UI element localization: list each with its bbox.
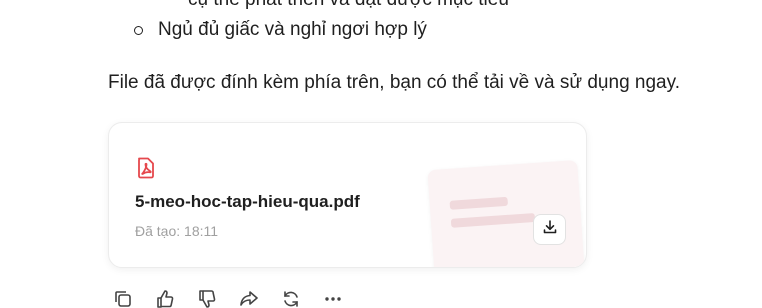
thumbs-up-icon xyxy=(155,289,175,308)
file-created-time: Đã tạo: 18:11 xyxy=(135,223,219,239)
preview-line xyxy=(449,196,509,210)
file-attachment-card[interactable]: 5-meo-hoc-tap-hieu-qua.pdf Đã tạo: 18:11 xyxy=(108,122,587,268)
cutoff-text-line: cụ thể phát triển và đạt được mục tiêu xyxy=(188,0,509,11)
thumbs-down-icon xyxy=(197,289,217,308)
more-icon xyxy=(323,289,343,308)
thumbs-up-button[interactable] xyxy=(154,289,176,308)
bullet-marker xyxy=(134,25,143,35)
message-text: File đã được đính kèm phía trên, bạn có … xyxy=(108,72,680,93)
regenerate-button[interactable] xyxy=(280,290,302,308)
download-icon xyxy=(542,219,558,240)
file-name: 5-meo-hoc-tap-hieu-qua.pdf xyxy=(135,192,360,211)
list-item-text: Ngủ đủ giấc và nghỉ ngơi hợp lý xyxy=(158,19,427,40)
preview-line xyxy=(450,212,536,228)
download-button[interactable] xyxy=(533,214,566,245)
more-options-button[interactable] xyxy=(322,290,344,308)
list-item: Ngủ đủ giấc và nghỉ ngơi hợp lý xyxy=(134,18,427,42)
regenerate-icon xyxy=(281,289,301,308)
message-actions xyxy=(112,289,344,308)
pdf-file-icon xyxy=(136,157,156,179)
copy-icon xyxy=(113,289,133,308)
copy-button[interactable] xyxy=(112,290,134,308)
share-button[interactable] xyxy=(238,290,260,308)
thumbs-down-button[interactable] xyxy=(196,289,218,308)
share-icon xyxy=(239,289,259,308)
